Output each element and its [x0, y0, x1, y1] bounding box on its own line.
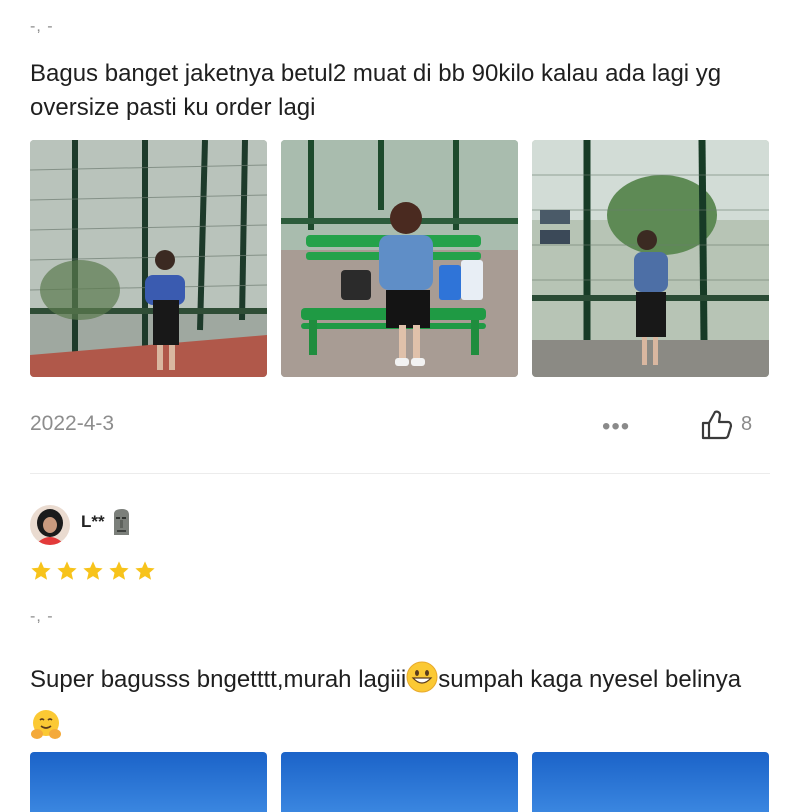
like-button[interactable] — [700, 408, 734, 442]
thumbs-up-icon — [701, 410, 733, 440]
more-options-button[interactable]: ••• — [602, 413, 630, 441]
review-photo-1[interactable] — [30, 752, 267, 812]
star-rating — [30, 560, 156, 582]
moai-emoji-icon — [110, 508, 132, 538]
review-text: Super bagusss bngetttt,murah lagiii sumpa… — [30, 656, 770, 752]
like-count: 8 — [741, 413, 753, 435]
avatar[interactable] — [30, 505, 70, 545]
review-photo-3[interactable] — [532, 140, 769, 377]
review-variant: -, - — [30, 18, 54, 35]
review-photos — [30, 140, 769, 377]
star-icon — [57, 561, 77, 580]
star-icon — [31, 561, 51, 580]
review-photo-2[interactable] — [281, 752, 518, 812]
star-icon — [109, 561, 129, 580]
review-divider — [30, 473, 770, 474]
review-text: Bagus banget jaketnya betul2 muat di bb … — [30, 60, 722, 121]
star-icon — [135, 561, 155, 580]
hugging-face-icon — [31, 710, 61, 739]
review-photo-2[interactable] — [281, 140, 518, 377]
review-date: 2022-4-3 — [30, 412, 115, 435]
review-photos — [30, 752, 769, 812]
username: L** — [81, 512, 105, 531]
review-photo-1[interactable] — [30, 140, 267, 377]
star-icon — [83, 561, 103, 580]
review-text-part2: sumpah kaga nyesel belinya — [438, 666, 742, 693]
review-text-part1: Super bagusss bngetttt,murah lagiii — [30, 666, 407, 693]
review-photo-3[interactable] — [532, 752, 769, 812]
review-variant: -, - — [30, 608, 54, 625]
grinning-face-icon — [406, 661, 438, 693]
